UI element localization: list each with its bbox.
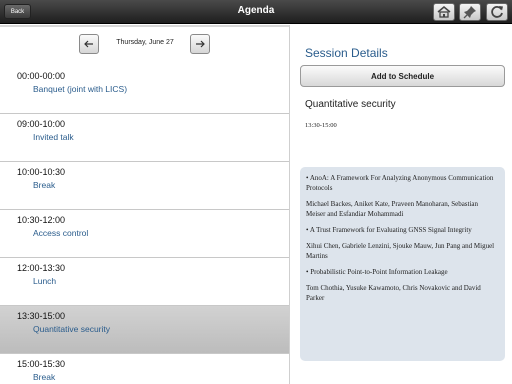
home-icon <box>437 6 451 18</box>
arrow-right-icon <box>196 40 205 48</box>
paper-item: • A Trust Framework for Evaluating GNSS … <box>306 225 499 261</box>
session-time: 00:00-00:00 <box>17 71 66 81</box>
session-time: 09:00-10:00 <box>17 119 66 129</box>
pin-icon <box>463 6 476 19</box>
session-time: 15:00-15:30 <box>17 359 66 369</box>
refresh-button[interactable] <box>486 3 508 21</box>
paper-title: • AnoA: A Framework For Analyzing Anonym… <box>306 174 494 192</box>
date-navigation: Thursday, June 27 <box>0 25 289 65</box>
paper-authors: Tom Chothia, Yusuke Kawamoto, Chris Nova… <box>306 284 481 302</box>
session-name: Lunch <box>33 276 57 286</box>
paper-title: • Probabilistic Point-to-Point Informati… <box>306 268 448 276</box>
session-row[interactable]: 15:00-15:30 Break <box>0 354 289 384</box>
paper-item: • Probabilistic Point-to-Point Informati… <box>306 267 499 303</box>
paper-title: • A Trust Framework for Evaluating GNSS … <box>306 226 472 234</box>
papers-list: • AnoA: A Framework For Analyzing Anonym… <box>300 167 505 361</box>
session-time: 10:00-10:30 <box>17 167 66 177</box>
session-row[interactable]: 10:30-12:00 Access control <box>0 210 289 258</box>
session-row-selected[interactable]: 13:30-15:00 Quantitative security <box>0 306 289 354</box>
pin-button[interactable] <box>459 3 481 21</box>
session-time: 10:30-12:00 <box>17 215 66 225</box>
previous-day-button[interactable] <box>79 34 99 54</box>
top-bar: Back Agenda <box>0 0 512 24</box>
current-date: Thursday, June 27 <box>116 39 174 46</box>
session-row[interactable]: 00:00-00:00 Banquet (joint with LICS) <box>0 66 289 114</box>
session-name: Quantitative security <box>33 324 111 334</box>
session-time-range: 13:30-15:00 <box>305 122 337 129</box>
session-time: 13:30-15:00 <box>17 311 66 321</box>
paper-authors: Michael Backes, Aniket Kate, Praveen Man… <box>306 200 479 218</box>
paper-authors: Xihui Chen, Gabriele Lenzini, Sjouke Mau… <box>306 242 495 260</box>
next-day-button[interactable] <box>190 34 210 54</box>
add-to-schedule-button[interactable]: Add to Schedule <box>300 65 505 87</box>
agenda-list-panel: Thursday, June 27 00:00-00:00 Banquet (j… <box>0 25 289 384</box>
details-heading: Session Details <box>305 46 388 60</box>
session-row[interactable]: 09:00-10:00 Invited talk <box>0 114 289 162</box>
session-name: Invited talk <box>33 132 74 142</box>
session-title: Quantitative security <box>305 99 396 110</box>
session-name: Banquet (joint with LICS) <box>33 84 128 94</box>
session-row[interactable]: 12:00-13:30 Lunch <box>0 258 289 306</box>
session-time: 12:00-13:30 <box>17 263 66 273</box>
session-name: Break <box>33 180 56 190</box>
session-row[interactable]: 10:00-10:30 Break <box>0 162 289 210</box>
session-details-panel: Session Details Add to Schedule Quantita… <box>290 25 512 384</box>
paper-item: • AnoA: A Framework For Analyzing Anonym… <box>306 173 499 219</box>
arrow-left-icon <box>84 40 93 48</box>
session-name: Access control <box>33 228 89 238</box>
refresh-icon <box>491 6 503 18</box>
home-button[interactable] <box>433 3 455 21</box>
session-name: Break <box>33 372 56 382</box>
